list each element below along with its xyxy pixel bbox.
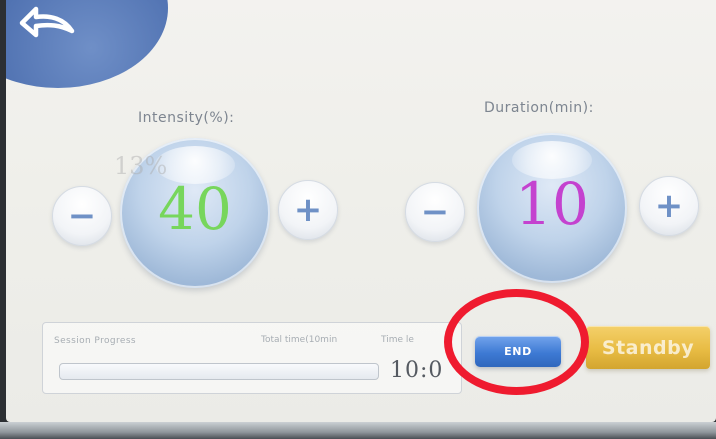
end-button-label: END bbox=[504, 345, 532, 358]
total-time-label: Total time(10min bbox=[261, 335, 338, 345]
minus-icon: − bbox=[420, 192, 450, 232]
decrease-intensity-button[interactable]: − bbox=[52, 186, 112, 246]
session-progress-title: Session Progress bbox=[54, 336, 137, 346]
device-bezel bbox=[0, 422, 716, 439]
duration-value: 10 bbox=[515, 170, 589, 238]
session-progress-bar bbox=[59, 363, 379, 380]
plus-icon: + bbox=[654, 186, 684, 226]
duration-dial: 10 bbox=[477, 133, 627, 283]
time-left-label: Time le bbox=[381, 335, 414, 345]
back-arrow-icon[interactable] bbox=[12, 3, 76, 47]
end-button[interactable]: END bbox=[475, 336, 561, 367]
device-screen: Intensity(%): Duration(min): − 40 13% + … bbox=[6, 0, 716, 422]
duration-label: Duration(min): bbox=[484, 100, 594, 116]
increase-intensity-button[interactable]: + bbox=[278, 180, 338, 240]
previous-intensity-ghost: 13% bbox=[114, 152, 168, 180]
intensity-label: Intensity(%): bbox=[138, 110, 235, 126]
standby-button-label: Standby bbox=[601, 336, 695, 359]
session-progress-panel: Session Progress Total time(10min Time l… bbox=[42, 322, 462, 394]
increase-duration-button[interactable]: + bbox=[639, 176, 699, 236]
minus-icon: − bbox=[67, 196, 97, 236]
time-left-value: 10:0 bbox=[390, 358, 444, 383]
intensity-value: 40 bbox=[158, 175, 232, 243]
standby-button[interactable]: Standby bbox=[586, 326, 710, 369]
plus-icon: + bbox=[293, 190, 323, 230]
decrease-duration-button[interactable]: − bbox=[405, 182, 465, 242]
